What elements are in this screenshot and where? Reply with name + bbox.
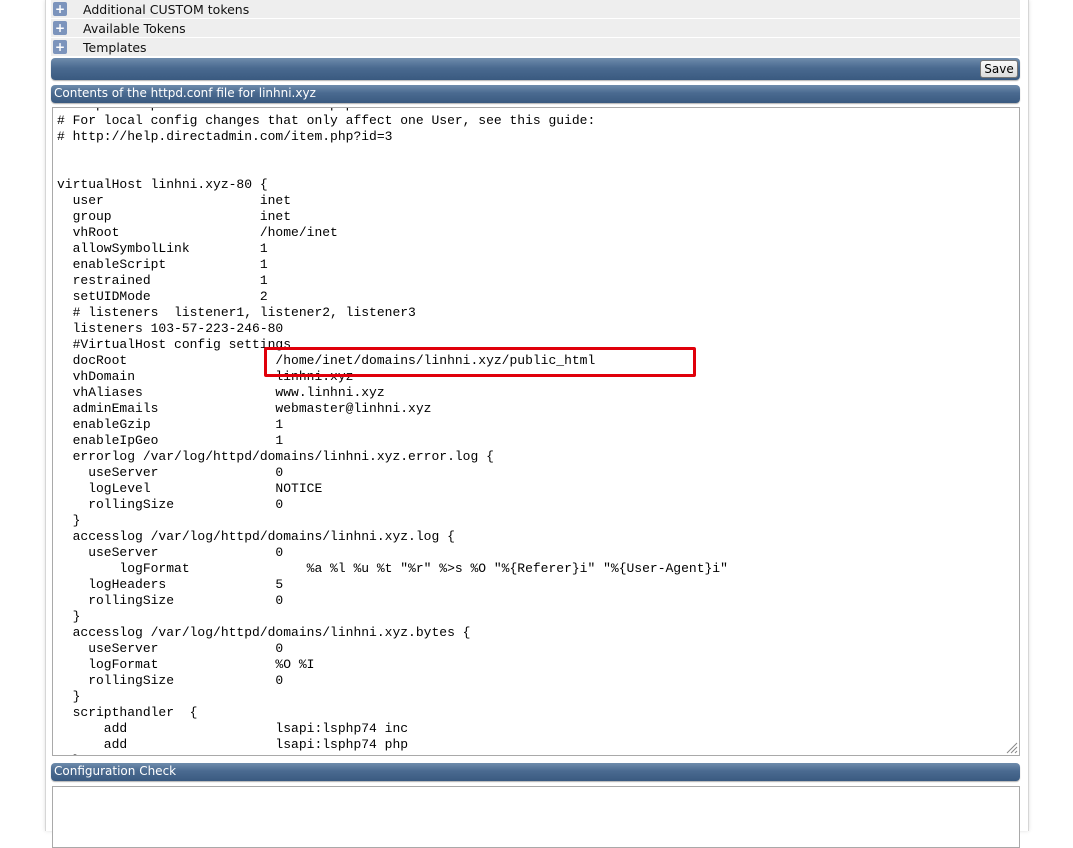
- resize-handle-icon[interactable]: [1004, 740, 1018, 754]
- section-label: Available Tokens: [83, 20, 186, 36]
- config-check-title: Configuration Check: [54, 764, 177, 778]
- config-check-output: [52, 786, 1020, 848]
- plus-icon[interactable]: +: [53, 40, 67, 54]
- plus-icon[interactable]: +: [53, 2, 67, 16]
- section-label: Templates: [83, 39, 147, 55]
- save-button[interactable]: Save: [980, 60, 1018, 78]
- editor-title: Contents of the httpd.conf file for linh…: [54, 86, 316, 100]
- section-label: Additional CUSTOM tokens: [83, 1, 250, 17]
- section-templates[interactable]: + Templates: [51, 38, 1020, 57]
- section-custom-tokens[interactable]: + Additional CUSTOM tokens: [51, 0, 1020, 19]
- save-toolbar: Save: [51, 58, 1020, 80]
- config-text[interactable]: # http://help.directadmin.com/item.php?i…: [57, 108, 728, 755]
- config-editor[interactable]: # http://help.directadmin.com/item.php?i…: [52, 107, 1020, 756]
- editor-header: Contents of the httpd.conf file for linh…: [51, 85, 1020, 103]
- config-check-header: Configuration Check: [51, 763, 1020, 781]
- docroot-highlight-box: [264, 347, 696, 377]
- section-available-tokens[interactable]: + Available Tokens: [51, 19, 1020, 38]
- plus-icon[interactable]: +: [53, 21, 67, 35]
